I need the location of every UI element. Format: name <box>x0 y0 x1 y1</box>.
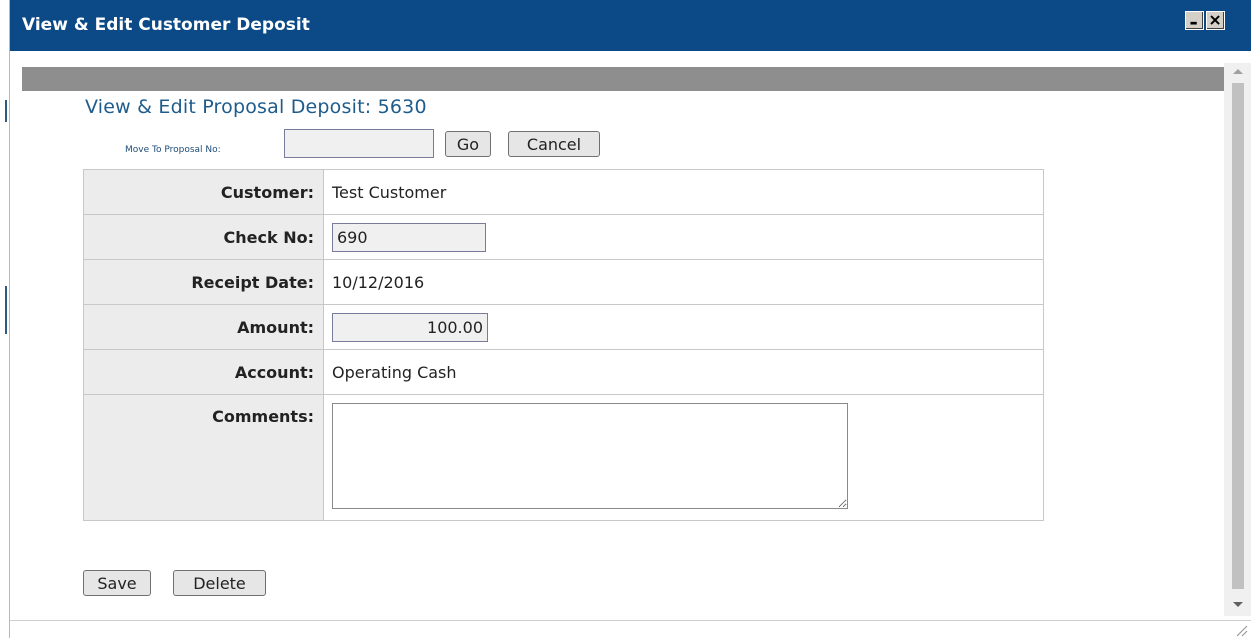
vertical-scrollbar[interactable] <box>1224 63 1251 616</box>
save-button[interactable]: Save <box>83 570 151 596</box>
edge-mark <box>5 100 7 122</box>
minimize-button[interactable] <box>1185 11 1204 30</box>
status-bar <box>10 620 1251 639</box>
comments-row: Comments: <box>83 394 1044 521</box>
check-no-label: Check No: <box>83 214 324 260</box>
cancel-button[interactable]: Cancel <box>508 131 600 157</box>
account-value: Operating Cash <box>323 349 1044 395</box>
move-to-proposal-input[interactable] <box>284 129 434 158</box>
deposit-form: Customer: Test Customer Check No: Receip… <box>83 169 1044 521</box>
header-strip <box>22 67 1224 91</box>
check-no-row: Check No: <box>83 214 1044 260</box>
amount-input[interactable] <box>332 312 488 342</box>
comments-label: Comments: <box>83 394 324 521</box>
edge-mark <box>5 286 7 334</box>
resize-grip-icon[interactable] <box>1234 623 1248 637</box>
dialog-content: View & Edit Proposal Deposit: 5630 Move … <box>22 63 1224 616</box>
move-to-proposal-label: Move To Proposal No: <box>125 145 221 155</box>
scroll-down-icon[interactable] <box>1233 602 1243 607</box>
customer-value: Test Customer <box>323 169 1044 215</box>
amount-row: Amount: <box>83 304 1044 350</box>
close-icon <box>1210 15 1220 25</box>
dialog-window: View & Edit Customer Deposit View & Edit… <box>9 0 1251 639</box>
scroll-thumb[interactable] <box>1232 83 1244 589</box>
account-label: Account: <box>83 349 324 395</box>
comments-cell <box>323 394 1044 521</box>
check-no-input[interactable] <box>332 222 486 252</box>
amount-cell <box>323 304 1044 350</box>
account-row: Account: Operating Cash <box>83 349 1044 395</box>
comments-textarea[interactable] <box>332 403 848 509</box>
receipt-date-row: Receipt Date: 10/12/2016 <box>83 259 1044 305</box>
go-button[interactable]: Go <box>445 131 491 157</box>
title-bar[interactable]: View & Edit Customer Deposit <box>10 0 1251 51</box>
receipt-date-label: Receipt Date: <box>83 259 324 305</box>
receipt-date-value: 10/12/2016 <box>323 259 1044 305</box>
close-button[interactable] <box>1206 11 1225 30</box>
customer-row: Customer: Test Customer <box>83 169 1044 215</box>
customer-label: Customer: <box>83 169 324 215</box>
background-edge <box>0 0 8 638</box>
amount-label: Amount: <box>83 304 324 350</box>
page-title: View & Edit Proposal Deposit: 5630 <box>85 96 427 118</box>
minimize-icon <box>1190 21 1197 25</box>
check-no-cell <box>323 214 1044 260</box>
window-title: View & Edit Customer Deposit <box>22 15 310 35</box>
scroll-up-icon[interactable] <box>1233 69 1243 74</box>
delete-button[interactable]: Delete <box>173 570 266 596</box>
